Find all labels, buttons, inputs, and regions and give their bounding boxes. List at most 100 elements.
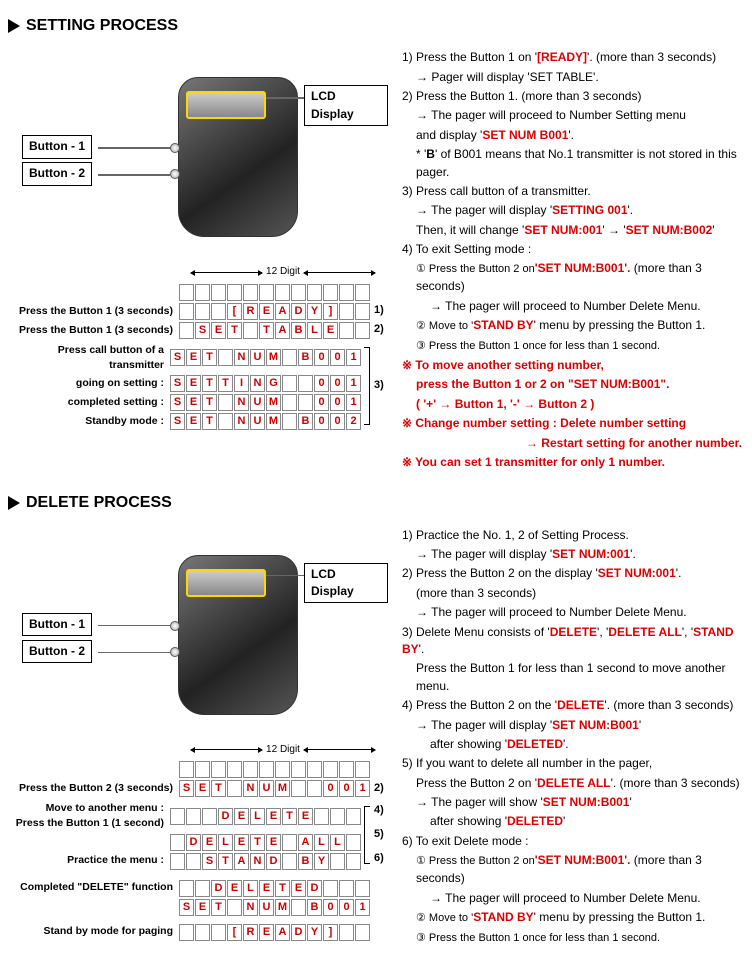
lcd-cell	[179, 303, 194, 320]
setting-left-column: LCD Display Button - 1 Button - 2 12 Dig…	[8, 47, 388, 473]
delete-instructions: 1) Practice the No. 1, 2 of Setting Proc…	[402, 525, 744, 949]
lcd-cell: S	[179, 780, 194, 797]
lead-line	[98, 625, 170, 627]
lcd-cell	[243, 322, 258, 339]
lcd-cell	[195, 303, 210, 320]
pager-screen	[186, 569, 266, 597]
lcd-cell: A	[298, 834, 313, 851]
lcd-cell: N	[243, 780, 258, 797]
lcd-cell: L	[243, 880, 258, 897]
lcd-cell: E	[195, 780, 210, 797]
lcd-cell: 0	[330, 394, 345, 411]
lcd-cell: T	[211, 899, 226, 916]
button-1-label: Button - 1	[22, 613, 92, 636]
lcd-row-d7: Stand by mode for paging [READY]	[8, 924, 388, 941]
lcd-cell	[282, 375, 297, 392]
lcd-cell	[195, 924, 210, 941]
lcd-row-1: Press the Button 1 (3 seconds) [READY] 1…	[8, 303, 388, 320]
lcd-cell: A	[234, 853, 249, 870]
lcd-cell	[298, 394, 313, 411]
lcd-cell: L	[314, 834, 329, 851]
lcd-cell: N	[243, 899, 258, 916]
lcd-cell	[179, 322, 194, 339]
lcd-row-5: completed setting : SETNUM001	[8, 394, 361, 411]
lcd-cell: 2	[346, 413, 361, 430]
lcd-cell: U	[259, 780, 274, 797]
delete-left-column: LCD Display Button - 1 Button - 2 12 Dig…	[8, 525, 388, 949]
digit-count: 12 Digit	[266, 743, 300, 758]
lcd-cell	[259, 761, 274, 778]
triangle-icon	[8, 496, 20, 510]
section-heading-delete: DELETE PROCESS	[8, 491, 744, 514]
lcd-cell: T	[275, 880, 290, 897]
lcd-cell: E	[259, 303, 274, 320]
lcd-cell: Y	[307, 924, 322, 941]
pager-button-2-dot	[170, 647, 180, 657]
lcd-cell: B	[298, 853, 313, 870]
lcd-cell: 0	[323, 899, 338, 916]
lcd-cell	[282, 349, 297, 366]
lcd-cell	[339, 761, 354, 778]
lcd-cell: T	[202, 349, 217, 366]
lcd-cell: R	[243, 303, 258, 320]
pager-screen	[186, 91, 266, 119]
lcd-cell	[355, 284, 370, 301]
section-title: SETTING PROCESS	[26, 14, 178, 37]
button-1-label: Button - 1	[22, 135, 92, 158]
lcd-cell: D	[186, 834, 201, 851]
lcd-cell: D	[307, 880, 322, 897]
lcd-cell: N	[250, 853, 265, 870]
lcd-cell	[355, 880, 370, 897]
lcd-cell: ]	[323, 924, 338, 941]
lcd-cell: 0	[339, 899, 354, 916]
lcd-row-d5: Completed "DELETE" function DELETED	[8, 880, 388, 897]
lcd-cell	[227, 284, 242, 301]
lcd-cell: S	[195, 322, 210, 339]
lcd-cell: A	[275, 303, 290, 320]
lcd-cell: T	[227, 322, 242, 339]
lcd-cell: Y	[314, 853, 329, 870]
lcd-cell: 1	[346, 394, 361, 411]
lcd-cell: E	[195, 899, 210, 916]
lcd-row-d4: Practice the menu : STANDBY	[8, 853, 361, 870]
lcd-cell: D	[218, 808, 233, 825]
lcd-cell: M	[275, 780, 290, 797]
lcd-cell: E	[259, 880, 274, 897]
lcd-cell: E	[234, 808, 249, 825]
lcd-cell: E	[298, 808, 313, 825]
lcd-cell: A	[275, 924, 290, 941]
lcd-cell	[282, 413, 297, 430]
lcd-cell: 0	[314, 349, 329, 366]
lcd-cell	[195, 284, 210, 301]
lcd-cell: L	[250, 808, 265, 825]
lcd-cell	[179, 284, 194, 301]
lcd-cell: A	[275, 322, 290, 339]
lcd-cell: 0	[330, 349, 345, 366]
lcd-display-label: LCD Display	[304, 563, 388, 604]
lcd-cell: U	[250, 349, 265, 366]
lcd-cell	[291, 761, 306, 778]
lcd-cell	[307, 284, 322, 301]
lcd-cell: U	[250, 394, 265, 411]
lcd-cell: 0	[314, 394, 329, 411]
lcd-cell	[339, 880, 354, 897]
lcd-cell: U	[259, 899, 274, 916]
lead-line	[98, 652, 170, 654]
lcd-cell: T	[202, 394, 217, 411]
lcd-cell	[330, 853, 345, 870]
lcd-cell: D	[291, 924, 306, 941]
lcd-cell: E	[234, 834, 249, 851]
lcd-cell	[179, 761, 194, 778]
lcd-cell	[243, 761, 258, 778]
pager-diagram: LCD Display Button - 1 Button - 2	[8, 47, 388, 247]
lcd-cell	[211, 284, 226, 301]
lcd-cell	[330, 808, 345, 825]
setting-instructions: 1) Press the Button 1 on '[READY]'. (mor…	[402, 47, 744, 473]
lcd-cell	[179, 880, 194, 897]
lcd-cell: T	[218, 375, 233, 392]
lcd-cell: 0	[330, 375, 345, 392]
lcd-cell: N	[250, 375, 265, 392]
lead-line	[98, 147, 170, 149]
lcd-cell	[195, 880, 210, 897]
lcd-cell	[218, 413, 233, 430]
